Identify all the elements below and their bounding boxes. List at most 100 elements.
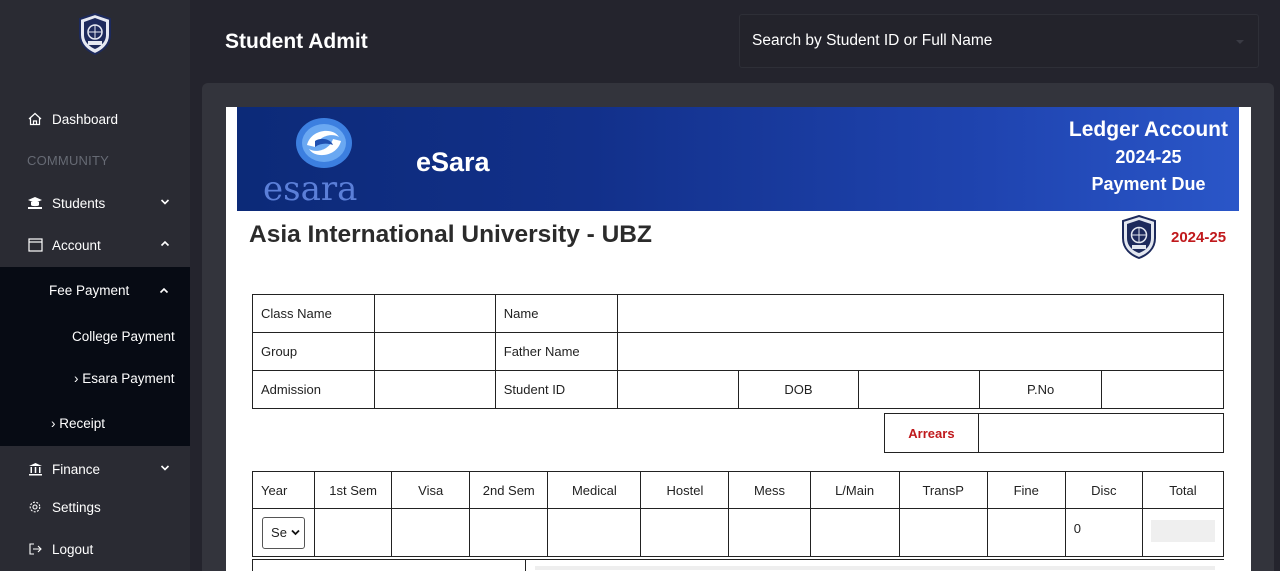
- account-submenu: Fee Payment College Payment › Esara Paym…: [0, 267, 190, 446]
- input-bar[interactable]: [535, 566, 1215, 570]
- cell-total: [1141, 508, 1225, 557]
- sidebar-item-logout[interactable]: Logout: [0, 529, 190, 569]
- next-table-row: [252, 559, 1224, 571]
- cell-mess: [728, 508, 811, 557]
- gear-icon: [27, 499, 43, 515]
- brand-name: eSara: [416, 147, 490, 177]
- sidebar-section-community: COMMUNITY: [27, 153, 109, 168]
- student-icon: [27, 195, 43, 211]
- brand-script: esara: [263, 169, 358, 209]
- bank-icon: [27, 461, 43, 477]
- table-row: Class Name Name: [252, 294, 1225, 333]
- sidebar-item-label: Logout: [52, 541, 94, 557]
- value-student-id: [616, 370, 739, 409]
- chevron-up-icon: [159, 287, 169, 294]
- student-info-table: Class Name Name Group Father Name Admiss…: [252, 294, 1225, 409]
- col-header-fine: Fine: [986, 471, 1066, 509]
- divider: [525, 560, 526, 571]
- logout-icon: [27, 541, 43, 557]
- cell-medical: [547, 508, 642, 557]
- home-icon: [27, 111, 43, 127]
- total-field[interactable]: [1150, 520, 1215, 542]
- chevron-down-icon: [160, 199, 170, 205]
- col-header-year: Year: [251, 471, 316, 509]
- academic-year: 2024-25: [1171, 229, 1227, 246]
- fee-table: Year 1st Sem Visa 2nd Sem Medical Hostel…: [251, 471, 1225, 557]
- chevron-up-icon: [160, 240, 170, 247]
- label-admission: Admission: [252, 370, 375, 409]
- value-class-name: [373, 294, 496, 333]
- ledger-banner: esara eSara Ledger Account 2024-25 Payme…: [237, 107, 1239, 211]
- university-seal-icon: [1122, 215, 1156, 259]
- ledger-heading: Ledger Account 2024-25 Payment Due: [1069, 117, 1228, 197]
- value-group: [373, 332, 496, 371]
- sidebar-item-account[interactable]: Account: [0, 225, 190, 265]
- col-header-lmain: L/Main: [809, 471, 900, 509]
- value-father-name: [616, 332, 1225, 371]
- caret-down-icon: [1236, 40, 1244, 44]
- search-input[interactable]: Search by Student ID or Full Name: [739, 14, 1259, 68]
- col-header-medical: Medical: [547, 471, 642, 509]
- ledger-subtitle: Payment Due: [1091, 174, 1206, 194]
- chevron-down-icon: [160, 465, 170, 471]
- label-father-name: Father Name: [494, 332, 618, 371]
- ledger-title: Ledger Account: [1068, 118, 1228, 141]
- cell-hostel: [640, 508, 730, 557]
- ledger-year: 2024-25: [1115, 147, 1182, 167]
- cell-fine: [986, 508, 1066, 557]
- label-arrears: Arrears: [884, 413, 979, 453]
- chevron-down-icon: [291, 529, 300, 536]
- sidebar-item-students[interactable]: Students: [0, 183, 190, 223]
- cell-transp: [898, 508, 988, 557]
- col-header-1st-sem: 1st Sem: [314, 471, 393, 509]
- col-header-mess: Mess: [728, 471, 811, 509]
- label-class-name: Class Name: [252, 294, 375, 333]
- window-icon: [27, 237, 43, 253]
- page-title: Student Admit: [225, 30, 368, 53]
- year-select[interactable]: Se: [262, 516, 306, 549]
- sidebar-item-label: Students: [52, 195, 106, 211]
- table-row: Admission Student ID DOB P.No: [252, 370, 1224, 409]
- cell-1st-sem: [314, 508, 393, 557]
- sidebar-item-label: Finance: [52, 461, 101, 477]
- col-header-hostel: Hostel: [640, 471, 730, 509]
- cell-disc: 0: [1064, 508, 1143, 557]
- esara-logo-icon: [296, 118, 352, 168]
- label-pno: P.No: [979, 370, 1103, 409]
- sidebar: Dashboard COMMUNITY Students Account Fee…: [0, 0, 190, 571]
- cell-year: Se: [251, 508, 316, 557]
- sidebar-item-label: Account: [52, 237, 101, 253]
- label-group: Group: [252, 332, 375, 371]
- sidebar-item-settings[interactable]: Settings: [0, 487, 190, 527]
- label-dob: DOB: [737, 370, 860, 409]
- label-student-id: Student ID: [494, 370, 618, 409]
- sidebar-item-label: Settings: [52, 499, 101, 515]
- arrears-table: Arrears: [884, 413, 1225, 453]
- col-header-transp: TransP: [898, 471, 988, 509]
- label-name: Name: [494, 294, 618, 333]
- table-row: Arrears: [884, 413, 1225, 453]
- value-arrears: [977, 413, 1225, 453]
- university-logo-icon[interactable]: [78, 13, 112, 55]
- sidebar-item-fee-payment[interactable]: Fee Payment: [49, 283, 129, 298]
- cell-visa: [391, 508, 471, 557]
- value-name: [616, 294, 1225, 333]
- col-header-total: Total: [1141, 471, 1225, 509]
- sidebar-item-college-payment[interactable]: College Payment: [72, 329, 175, 344]
- sidebar-item-dashboard[interactable]: Dashboard: [0, 99, 190, 139]
- col-header-2nd-sem: 2nd Sem: [469, 471, 549, 509]
- value-admission: [373, 370, 496, 409]
- cell-lmain: [809, 508, 900, 557]
- search-placeholder: Search by Student ID or Full Name: [752, 32, 993, 49]
- cell-2nd-sem: [469, 508, 549, 557]
- value-pno: [1101, 370, 1224, 409]
- table-row: Se 0: [251, 508, 1225, 557]
- col-header-visa: Visa: [391, 471, 471, 509]
- value-dob: [858, 370, 981, 409]
- table-header-row: Year 1st Sem Visa 2nd Sem Medical Hostel…: [251, 471, 1225, 509]
- sidebar-item-receipt[interactable]: › Receipt: [51, 416, 105, 431]
- sidebar-item-finance[interactable]: Finance: [0, 449, 190, 489]
- table-row: Group Father Name: [252, 332, 1225, 371]
- sidebar-item-label: Dashboard: [52, 111, 119, 127]
- sidebar-item-esara-payment[interactable]: › Esara Payment: [74, 371, 175, 386]
